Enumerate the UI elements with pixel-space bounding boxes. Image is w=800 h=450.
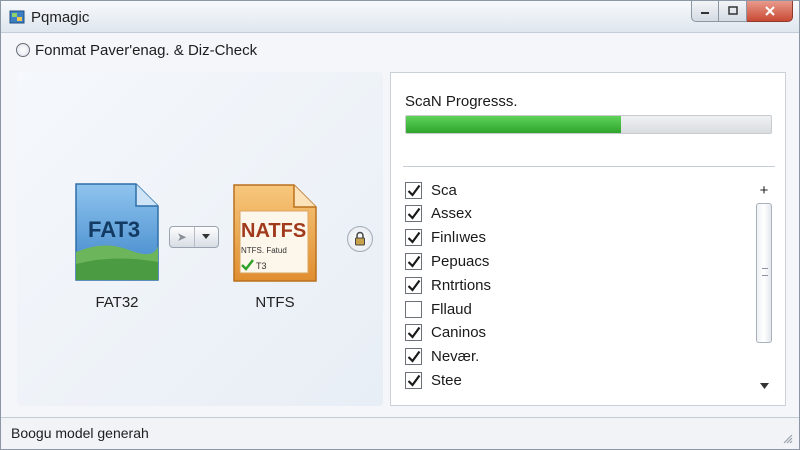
checkmark-icon xyxy=(407,327,420,339)
divider xyxy=(403,166,775,167)
resize-grip-icon[interactable] xyxy=(781,432,793,444)
list-item-label: Finlıwes xyxy=(431,229,487,247)
checkbox[interactable] xyxy=(405,229,422,247)
list-item[interactable]: Nevær. xyxy=(405,346,745,368)
scan-progress-title: ScaN Progresss. xyxy=(405,93,518,110)
ntfs-icon-text: NATFS xyxy=(241,220,306,242)
scroll-thumb[interactable] xyxy=(756,203,772,343)
close-icon xyxy=(764,6,775,16)
check-list: Sca Assex Finlıwes Pepuacs Rntrtions Fllaud Ca… xyxy=(405,179,750,399)
operation-label: Fonmat Paver'enag. & Diz-Check xyxy=(35,42,258,59)
list-item[interactable]: Fllaud xyxy=(405,298,745,320)
close-button[interactable] xyxy=(747,1,793,22)
lock-button[interactable] xyxy=(347,226,373,252)
list-scrollbar[interactable]: + xyxy=(754,181,774,395)
checkbox[interactable] xyxy=(405,181,422,199)
list-item[interactable]: Stee xyxy=(405,369,745,391)
convert-selector[interactable]: ➤ xyxy=(169,226,219,248)
list-item[interactable]: Caninos xyxy=(405,322,745,344)
checkbox[interactable] xyxy=(405,371,422,389)
list-item-label: Rntrtions xyxy=(431,276,492,294)
grip-icon xyxy=(762,268,768,276)
source-fs-caption: FAT32 xyxy=(95,294,139,311)
status-text: Boogu model generah xyxy=(11,425,149,441)
target-fs-caption: NTFS xyxy=(255,294,295,311)
chevron-down-icon xyxy=(759,383,769,389)
maximize-button[interactable] xyxy=(719,1,747,22)
ntfs-icon-line2: T3 xyxy=(256,261,267,271)
scan-panel: ScaN Progresss. Sca Assex Finlıwes Pepuacs R… xyxy=(390,72,786,406)
scroll-up-button[interactable]: + xyxy=(754,181,774,199)
checkmark-icon xyxy=(407,184,420,197)
status-bar: Boogu model generah xyxy=(1,417,799,449)
progress-fill xyxy=(406,116,622,133)
checkmark-icon xyxy=(407,231,420,244)
list-item-label: Pepuacs xyxy=(431,252,490,270)
scan-progress-bar xyxy=(405,115,772,134)
title-bar[interactable]: Pqmagic xyxy=(1,1,799,33)
fat-file-icon: FAT3 xyxy=(75,183,159,281)
fat-icon-text: FAT3 xyxy=(88,217,140,242)
lock-icon xyxy=(355,231,365,246)
chevron-down-icon xyxy=(195,227,219,247)
list-item[interactable]: Rntrtions xyxy=(405,274,745,296)
list-item-label: Assex xyxy=(431,205,472,223)
minimize-icon xyxy=(701,12,709,14)
app-icon xyxy=(9,10,25,24)
checkmark-icon xyxy=(407,374,420,387)
checkbox[interactable] xyxy=(405,300,422,318)
operation-radio[interactable] xyxy=(16,43,30,57)
operation-row: Fonmat Paver'enag. & Diz-Check xyxy=(1,37,799,65)
list-item[interactable]: Sca xyxy=(405,179,745,201)
ntfs-file-icon: NATFS NTFS. Fatud T3 xyxy=(233,184,317,282)
conversion-panel: FAT3 FAT32 ➤ NATFS NTFS. Fatud T3 NTFS xyxy=(17,72,383,406)
checkbox[interactable] xyxy=(405,252,422,270)
list-item[interactable]: Pepuacs xyxy=(405,250,745,272)
checkmark-icon xyxy=(407,279,420,292)
arrow-right-icon: ➤ xyxy=(170,227,195,247)
list-item-label: Nevær. xyxy=(431,348,480,366)
checkmark-icon xyxy=(407,350,420,363)
list-item[interactable]: Finlıwes xyxy=(405,227,745,249)
checkbox[interactable] xyxy=(405,276,422,294)
checkbox[interactable] xyxy=(405,348,422,366)
ntfs-icon-line1: NTFS. Fatud xyxy=(241,246,287,255)
list-item-label: Stee xyxy=(431,371,462,389)
checkbox[interactable] xyxy=(405,205,422,223)
app-window: Pqmagic Fonmat Paver'enag. & Diz-Check F… xyxy=(0,0,800,450)
minimize-button[interactable] xyxy=(691,1,719,22)
maximize-icon xyxy=(727,6,738,15)
list-item[interactable]: Assex xyxy=(405,203,745,225)
checkmark-icon xyxy=(407,208,420,220)
list-item-label: Sca xyxy=(431,181,457,199)
checkbox[interactable] xyxy=(405,324,422,342)
scroll-track[interactable] xyxy=(756,203,772,373)
window-title: Pqmagic xyxy=(31,9,90,26)
scroll-down-button[interactable] xyxy=(754,377,774,395)
list-item-label: Fllaud xyxy=(431,300,472,318)
caption-buttons xyxy=(691,1,793,23)
checkmark-icon xyxy=(407,255,420,268)
list-item-label: Caninos xyxy=(431,324,487,342)
